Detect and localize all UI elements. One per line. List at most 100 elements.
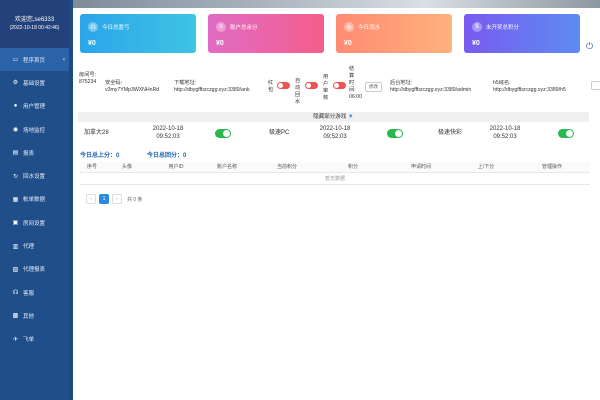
stat-card-value: ¥0	[88, 40, 96, 47]
sidebar-header: 欢迎您,se6333 (2022-10-18 00:42:46)	[0, 0, 69, 48]
refresh-icon: ↻	[12, 173, 19, 180]
download-url-label: 下载地址:	[174, 80, 197, 86]
stat-card-title: 账户总余分	[230, 25, 258, 31]
next-page-button[interactable]: ›	[112, 194, 122, 204]
sidebar-item-flights[interactable]: ✈ 飞单	[0, 328, 69, 351]
h5-url-label: h5域名:	[493, 80, 511, 86]
grid-icon: ▩	[12, 313, 19, 320]
game-toggle-speed-kc[interactable]	[558, 129, 574, 138]
stat-cards: ☊ 今日总盈亏 ¥0 ≡ 账户总余分 ¥0 ⚙ 今日流水 ¥0 $ 未开奖总积分 ¥0	[80, 14, 580, 53]
game-name: 加拿大28	[84, 130, 109, 136]
sidebar-item-support[interactable]: ☊ 客服	[0, 281, 69, 304]
stat-card-title: 未开奖总积分	[486, 25, 520, 31]
game-date: 2022-10-18	[319, 126, 351, 132]
auto-return-label: 自动回水	[295, 78, 301, 105]
download-url-value[interactable]: http://dbygffbzczgg.xyz:3389/ank	[174, 87, 266, 94]
game-date: 2022-10-18	[152, 126, 184, 132]
backend-url-block: 后台地址: http://dbygffbzczgg.xyz:3389/admin	[390, 80, 490, 94]
report-icon: ▧	[12, 266, 19, 273]
sidebar-item-return-settings[interactable]: ↻ 回水设置	[0, 164, 69, 187]
monitor-icon: ▭	[12, 57, 19, 64]
game-name: 极速快彩	[438, 130, 463, 136]
secure-code-label: 安全码:	[105, 80, 123, 86]
sidebar-item-label: 房间设置	[23, 220, 46, 227]
agent-icon: ▥	[12, 243, 19, 250]
table-header: 序号 头像 用户ID 账户名称 当前积分 积分 申请时间 上/下分 管理操作	[80, 162, 590, 173]
stat-card-profit: ☊ 今日总盈亏 ¥0	[80, 14, 196, 53]
stat-card-value: ¥0	[472, 40, 480, 47]
sidebar-item-agent-reports[interactable]: ▧ 代理报表	[0, 258, 69, 281]
stat-card-value: ¥0	[344, 40, 352, 47]
sidebar-item-label: 回水设置	[23, 174, 46, 181]
game-clock: 09:52:03	[493, 134, 517, 140]
headset-icon: ☊	[88, 22, 98, 32]
sidebar-item-label: 其他	[23, 313, 35, 320]
settle-time-value: 06:00	[349, 94, 362, 100]
power-icon[interactable]: ⏻	[586, 41, 593, 52]
sidebar-item-label: 基础设置	[23, 80, 46, 87]
h5-url-block: h5域名: http://dbygffbzczgg.xyz:3389/h5	[493, 80, 589, 94]
sidebar-item-label: 帐单数据	[23, 197, 46, 204]
stat-card-title: 今日总盈亏	[102, 25, 130, 31]
game-name: 极速PC	[269, 130, 290, 136]
top-banner-image	[73, 0, 600, 8]
prev-page-button[interactable]: ‹	[86, 194, 96, 204]
gear-icon: ⚙	[344, 22, 354, 32]
user-audit-toggle[interactable]	[333, 82, 346, 89]
sidebar-item-users[interactable]: ● 用户管理	[0, 95, 69, 118]
sidebar-item-label: 程序首页	[23, 57, 46, 64]
secure-code-block: 安全码: v3my7YMp3WXNHnRd	[105, 80, 175, 94]
game-toggle-jnd28[interactable]	[215, 129, 231, 138]
sidebar-item-home[interactable]: ▭ 程序首页 ‹	[0, 48, 69, 72]
login-time: (2022-10-18 00:42:46)	[9, 25, 60, 31]
sidebar-edge	[69, 0, 73, 400]
col-index: 序号	[86, 164, 97, 170]
sidebar: 欢迎您,se6333 (2022-10-18 00:42:46) ▭ 程序首页 ‹ …	[0, 0, 69, 400]
col-user-id: 用户ID	[168, 164, 184, 170]
backend-url-value[interactable]: http://dbygffbzczgg.xyz:3389/admin	[390, 87, 490, 94]
database-icon: ≡	[216, 22, 226, 32]
sidebar-item-label: 代理	[23, 244, 35, 251]
sidebar-item-label: 飞单	[23, 337, 35, 344]
table-empty: 暂无数据	[80, 173, 590, 185]
sidebar-item-label: 场地监控	[23, 127, 46, 134]
game-date: 2022-10-18	[489, 126, 521, 132]
room-number-block: 房间号: 875234	[79, 72, 103, 86]
stat-card-title: 今日流水	[358, 25, 381, 31]
sidebar-item-basic-settings[interactable]: ⚙ 基础设置	[0, 71, 69, 94]
sidebar-item-agent[interactable]: ▥ 代理	[0, 234, 69, 257]
stat-card-balance: ≡ 账户总余分 ¥0	[208, 14, 324, 53]
chevron-left-icon: ‹	[63, 56, 65, 63]
coin-icon: $	[472, 22, 482, 32]
today-totals: 今日总上分：0 今日总回分：0	[80, 150, 212, 159]
h5-edit-button[interactable]	[591, 81, 600, 90]
sidebar-item-rooms[interactable]: ▣ 房间设置	[0, 211, 69, 234]
auto-return-toggle[interactable]	[305, 82, 318, 89]
welcome-text: 欢迎您,se6333	[14, 17, 55, 23]
sidebar-item-bills[interactable]: ▦ 帐单数据	[0, 188, 69, 211]
sidebar-item-monitor[interactable]: ◉ 场地监控	[0, 118, 69, 141]
settle-time-edit-button[interactable]: 修改	[365, 82, 382, 92]
sidebar-item-reports[interactable]: ▤ 报表	[0, 141, 69, 164]
page-1-button[interactable]: 1	[99, 194, 109, 204]
bill-icon: ▦	[12, 196, 19, 203]
room-number-label: 房间号:	[79, 72, 97, 78]
game-toggle-speed-pc[interactable]	[387, 129, 403, 138]
settle-time-label: 结算时间:	[349, 66, 356, 93]
chart-icon: ▤	[12, 150, 19, 157]
backend-url-label: 后台地址:	[390, 80, 413, 86]
sidebar-item-other[interactable]: ▩ 其他	[0, 304, 69, 327]
download-url-block: 下载地址: http://dbygffbzczgg.xyz:3389/ank	[174, 80, 266, 94]
red-packet-toggle[interactable]	[277, 82, 290, 89]
sidebar-item-label: 用户管理	[23, 104, 46, 111]
game-time: 2022-10-18 09:52:03	[485, 125, 525, 141]
hidden-games-toggle[interactable]: 隐藏部分游戏 ▼	[78, 112, 589, 122]
room-info: 房间号: 875234 安全码: v3my7YMp3WXNHnRd 下载地址: …	[79, 66, 600, 106]
headset-icon: ☊	[12, 290, 19, 297]
requests-table: 序号 头像 用户ID 账户名称 当前积分 积分 申请时间 上/下分 管理操作 暂…	[80, 162, 590, 185]
settings-icon: ⚙	[12, 80, 19, 87]
h5-url-value[interactable]: http://dbygffbzczgg.xyz:3389/h5	[493, 87, 589, 94]
game-time: 2022-10-18 09:52:03	[315, 125, 355, 141]
game-clock: 09:52:03	[156, 134, 180, 140]
game-clock: 09:52:03	[323, 134, 347, 140]
